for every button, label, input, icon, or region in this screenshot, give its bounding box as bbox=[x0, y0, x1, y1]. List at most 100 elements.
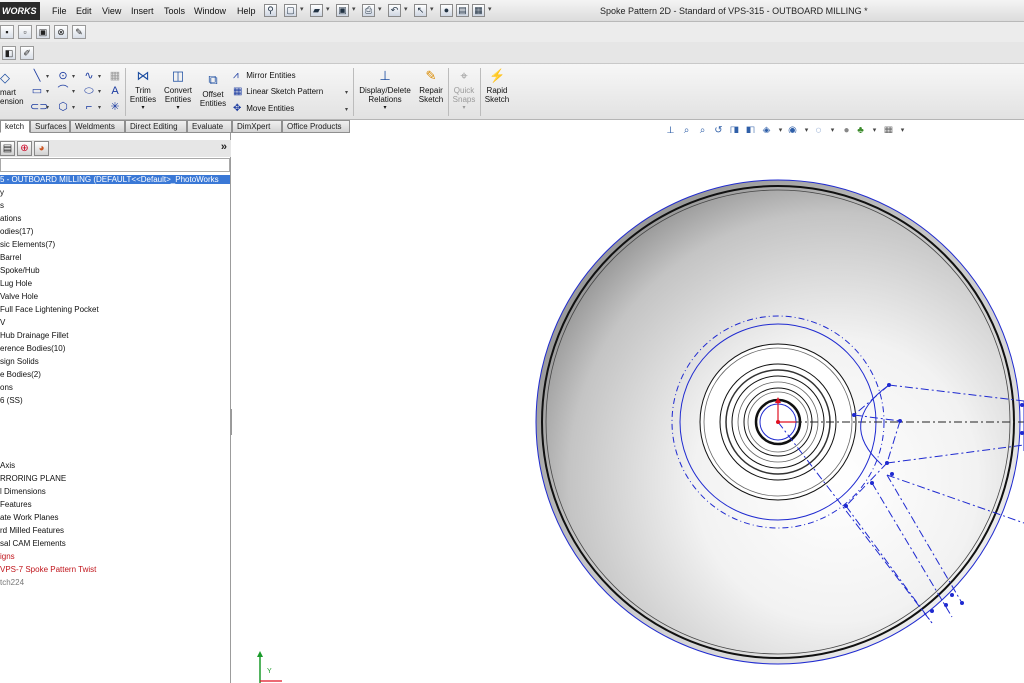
quick-snaps-dropdown-icon[interactable]: ▾ bbox=[450, 104, 478, 113]
tree-item[interactable]: ations bbox=[0, 214, 21, 223]
tab-office-products[interactable]: Office Products bbox=[282, 120, 350, 133]
print-dropdown-icon[interactable]: ▾ bbox=[378, 5, 382, 13]
tree-item[interactable]: sign Solids bbox=[0, 357, 39, 366]
tree-item[interactable]: ate Work Planes bbox=[0, 513, 59, 522]
arc-dropdown-icon[interactable]: ▾ bbox=[72, 88, 75, 95]
print-icon[interactable]: ⎙ bbox=[362, 4, 375, 17]
linear-sketch-pattern-button[interactable]: ▦ Linear Sketch Pattern bbox=[233, 86, 323, 97]
tree-root-part[interactable]: 5 - OUTBOARD MILLING (DEFAULT<<Default>_… bbox=[0, 175, 230, 184]
rectangle-dropdown-icon[interactable]: ▾ bbox=[46, 88, 49, 95]
tree-item[interactable]: Barrel bbox=[0, 253, 21, 262]
tree-item[interactable]: sal CAM Elements bbox=[0, 539, 66, 548]
fillet-icon[interactable]: ⌐ bbox=[82, 101, 96, 113]
select-pointer-icon[interactable]: ↖ bbox=[414, 4, 427, 17]
tree-item-red-1[interactable]: igns bbox=[0, 552, 15, 561]
mirror-entities-button[interactable]: ⩘ Mirror Entities bbox=[233, 70, 296, 81]
smart-dimension-button[interactable]: ◇ mart ension bbox=[0, 70, 26, 106]
display-delete-relations-button[interactable]: ⊥ Display/Delete Relations ▾ bbox=[356, 68, 414, 113]
circle-icon[interactable]: ⊙ bbox=[56, 70, 70, 82]
tab-weldments[interactable]: Weldments bbox=[70, 120, 125, 133]
tab-direct-editing[interactable]: Direct Editing bbox=[125, 120, 187, 133]
menu-file[interactable]: File bbox=[52, 6, 67, 16]
tree-item[interactable]: Features bbox=[0, 500, 32, 509]
offset-entities-button[interactable]: ⧉ Offset Entities bbox=[198, 72, 228, 108]
toolbar-icon-c[interactable]: ▣ bbox=[36, 25, 50, 39]
repair-sketch-button[interactable]: ✎ Repair Sketch bbox=[416, 68, 446, 104]
toolbar-icon-e[interactable]: ✎ bbox=[72, 25, 86, 39]
arc-icon[interactable]: ⌒ bbox=[56, 85, 70, 97]
menu-edit[interactable]: Edit bbox=[76, 6, 92, 16]
menu-insert[interactable]: Insert bbox=[131, 6, 154, 16]
rectangle-icon[interactable]: ▭ bbox=[30, 85, 44, 97]
feature-tree-tab-icon[interactable]: ▤ bbox=[0, 141, 15, 156]
quick-snaps-button[interactable]: ⌖ Quick Snaps ▾ bbox=[450, 68, 478, 113]
tab-sketch[interactable]: ketch bbox=[0, 120, 30, 133]
tree-item[interactable]: Axis bbox=[0, 461, 15, 470]
tree-item[interactable]: 6 (SS) bbox=[0, 396, 23, 405]
display-manager-tab-icon[interactable]: ◕ bbox=[34, 141, 49, 156]
layer-icon[interactable]: ◧ bbox=[2, 46, 16, 60]
polygon-icon[interactable]: ⬡ bbox=[56, 101, 70, 113]
line-icon[interactable]: ╲ bbox=[30, 70, 44, 82]
tree-item[interactable]: e Bodies(2) bbox=[0, 370, 41, 379]
tree-item[interactable]: rd Milled Features bbox=[0, 526, 64, 535]
tree-item[interactable]: y bbox=[0, 188, 4, 197]
point-icon[interactable]: ✳ bbox=[108, 101, 122, 113]
tree-item[interactable]: sic Elements(7) bbox=[0, 240, 55, 249]
circle-dropdown-icon[interactable]: ▾ bbox=[72, 73, 75, 80]
rapid-sketch-button[interactable]: ⚡ Rapid Sketch bbox=[482, 68, 512, 104]
polygon-dropdown-icon[interactable]: ▾ bbox=[72, 104, 75, 111]
menu-tools[interactable]: Tools bbox=[164, 6, 185, 16]
sketch-note-icon[interactable]: ✐ bbox=[20, 46, 34, 60]
pattern-dropdown-icon[interactable]: ▾ bbox=[345, 89, 348, 96]
expand-panel-icon[interactable]: » bbox=[221, 141, 227, 153]
move-entities-button[interactable]: ✥ Move Entities bbox=[233, 103, 294, 114]
options-icon[interactable]: ▦ bbox=[472, 4, 485, 17]
tree-item[interactable]: Full Face Lightening Pocket bbox=[0, 305, 99, 314]
relations-dropdown-icon[interactable]: ▾ bbox=[356, 104, 414, 113]
toolbar-icon-b[interactable]: ▫ bbox=[18, 25, 32, 39]
tab-surfaces[interactable]: Surfaces bbox=[30, 120, 70, 133]
trim-dropdown-icon[interactable]: ▾ bbox=[128, 104, 158, 113]
text-icon[interactable]: A bbox=[108, 85, 122, 97]
tree-item[interactable]: V bbox=[0, 318, 5, 327]
toolbar-icon-d[interactable]: ⊗ bbox=[54, 25, 68, 39]
open-folder-icon[interactable]: ▰ bbox=[310, 4, 323, 17]
save-dropdown-icon[interactable]: ▾ bbox=[352, 5, 356, 13]
fillet-dropdown-icon[interactable]: ▾ bbox=[98, 104, 101, 111]
menu-window[interactable]: Window bbox=[194, 6, 226, 16]
move-dropdown-icon[interactable]: ▾ bbox=[345, 106, 348, 113]
open-dropdown-icon[interactable]: ▾ bbox=[326, 5, 330, 13]
tab-dimxpert[interactable]: DimXpert bbox=[232, 120, 282, 133]
options-dropdown-icon[interactable]: ▾ bbox=[488, 5, 492, 13]
spline-dropdown-icon[interactable]: ▾ bbox=[98, 73, 101, 80]
undo-dropdown-icon[interactable]: ▾ bbox=[404, 5, 408, 13]
save-icon[interactable]: ▣ bbox=[336, 4, 349, 17]
pin-icon[interactable]: ⚲ bbox=[264, 4, 277, 17]
trim-entities-button[interactable]: ⋈ Trim Entities ▾ bbox=[128, 68, 158, 113]
tree-item[interactable]: Hub Drainage Fillet bbox=[0, 331, 68, 340]
new-dropdown-icon[interactable]: ▾ bbox=[300, 5, 304, 13]
slot-dropdown-icon[interactable]: ▾ bbox=[46, 104, 49, 111]
new-document-icon[interactable]: ▢ bbox=[284, 4, 297, 17]
rebuild-traffic-light-icon[interactable]: ● bbox=[440, 4, 453, 17]
undo-icon[interactable]: ↶ bbox=[388, 4, 401, 17]
ellipse-icon[interactable]: ⬭ bbox=[82, 85, 96, 97]
graphics-area[interactable]: Y bbox=[232, 133, 1024, 683]
menu-help[interactable]: Help bbox=[237, 6, 256, 16]
spline-icon[interactable]: ∿ bbox=[82, 70, 96, 82]
grid-icon[interactable]: ▦ bbox=[108, 70, 122, 82]
ellipse-dropdown-icon[interactable]: ▾ bbox=[98, 88, 101, 95]
menu-view[interactable]: View bbox=[102, 6, 121, 16]
tree-item[interactable]: ons bbox=[0, 383, 13, 392]
tree-item[interactable]: l Dimensions bbox=[0, 487, 46, 496]
line-dropdown-icon[interactable]: ▾ bbox=[46, 73, 49, 80]
tree-item[interactable]: Valve Hole bbox=[0, 292, 38, 301]
file-properties-icon[interactable]: ▤ bbox=[456, 4, 469, 17]
tree-item-sketch[interactable]: tch224 bbox=[0, 578, 24, 587]
convert-dropdown-icon[interactable]: ▾ bbox=[161, 104, 195, 113]
tree-item[interactable]: odies(17) bbox=[0, 227, 33, 236]
tree-filter-input[interactable] bbox=[0, 158, 230, 172]
toolbar-icon-a[interactable]: ▪ bbox=[0, 25, 14, 39]
tree-item[interactable]: erence Bodies(10) bbox=[0, 344, 65, 353]
